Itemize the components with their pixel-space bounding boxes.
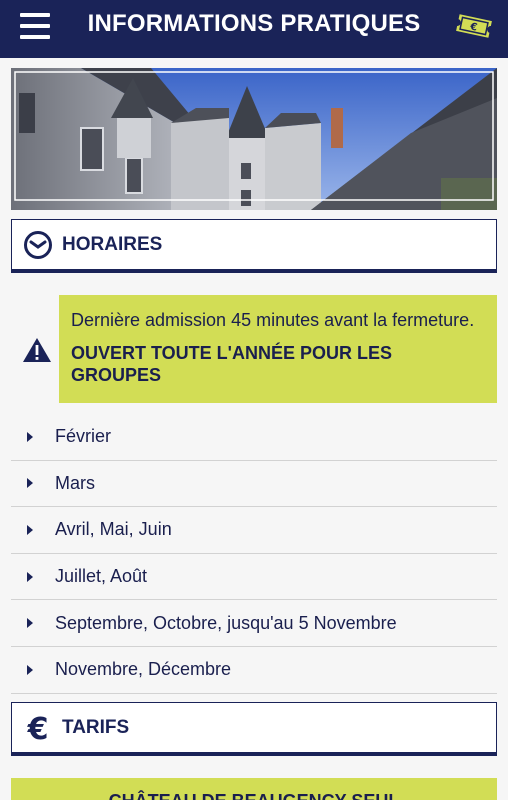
clock-icon (24, 230, 52, 259)
month-item-septembre-octobre[interactable]: Septembre, Octobre, jusqu'au 5 Novembre (11, 600, 497, 647)
month-label: Avril, Mai, Juin (55, 519, 172, 540)
month-item-mars[interactable]: Mars (11, 461, 497, 508)
month-item-novembre-decembre[interactable]: Novembre, Décembre (11, 647, 497, 694)
month-item-fevrier[interactable]: Février (11, 414, 497, 461)
caret-right-icon (27, 571, 33, 582)
tarifs-section-header[interactable]: € TARIFS (11, 702, 497, 756)
month-item-juillet-aout[interactable]: Juillet, Août (11, 554, 497, 601)
months-list: Février Mars Avril, Mai, Juin Juillet, A… (11, 414, 497, 694)
euro-symbol: € (27, 713, 49, 743)
month-label: Février (55, 426, 112, 447)
month-label: Septembre, Octobre, jusqu'au 5 Novembre (55, 612, 397, 633)
caret-right-icon (27, 478, 33, 489)
chateau-seul-banner[interactable]: CHÂTEAU DE BEAUGENCY SEUL (11, 778, 497, 800)
month-item-avril-mai-juin[interactable]: Avril, Mai, Juin (11, 507, 497, 554)
caret-right-icon (27, 431, 33, 442)
horaires-section-header[interactable]: HORAIRES (11, 219, 497, 273)
hero-image (11, 68, 497, 210)
horaires-label: HORAIRES (62, 233, 163, 255)
chateau-courtyard-photo (11, 68, 497, 210)
month-label: Novembre, Décembre (55, 659, 232, 680)
month-label: Juillet, Août (55, 566, 148, 587)
euro-icon: € (27, 713, 49, 743)
page-title: INFORMATIONS PRATIQUES (87, 10, 421, 37)
month-label: Mars (55, 472, 95, 493)
warning-icon (23, 338, 51, 362)
tarifs-label: TARIFS (62, 716, 130, 738)
top-app-bar: INFORMATIONS PRATIQUES € (0, 0, 508, 58)
notice-box: Dernière admission 45 minutes avant la f… (59, 295, 497, 403)
caret-right-icon (27, 524, 33, 535)
notice-text: Dernière admission 45 minutes avant la f… (71, 310, 475, 330)
caret-right-icon (27, 664, 33, 675)
caret-right-icon (27, 618, 33, 629)
notice-groups-text: OUVERT TOUTE L'ANNÉE POUR LES GROUPES (71, 343, 392, 385)
euro-ticket-icon[interactable]: € (452, 9, 496, 43)
